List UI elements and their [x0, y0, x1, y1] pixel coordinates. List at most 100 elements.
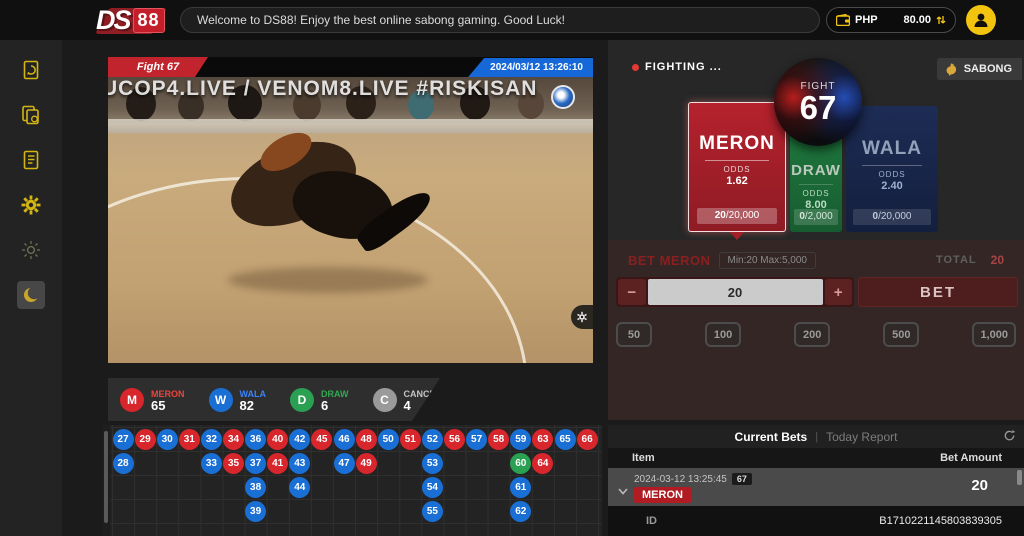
trend-cell: 31 — [179, 429, 200, 450]
avatar[interactable] — [966, 5, 996, 35]
card-bet-total: 0/2,000 — [794, 209, 838, 225]
bet-amount-value: 20 — [971, 477, 988, 494]
sidebar — [0, 40, 62, 536]
ds88-logo[interactable]: DS 88 — [96, 2, 165, 38]
quick-amount-button[interactable]: 50 — [616, 322, 652, 347]
result-letter-badge: D — [290, 388, 314, 412]
stream-watermark: UCOP4.LIVE / VENOM8.LIVE #RISKISAN — [108, 77, 593, 101]
welcome-banner: Welcome to DS88! Enjoy the best online s… — [180, 7, 820, 33]
card-title: MERON — [689, 133, 785, 155]
card-bet-total: 0/20,000 — [853, 209, 930, 225]
trend-cell: 40 — [267, 429, 288, 450]
bet-side-badge: MERON — [634, 487, 691, 503]
bet-controls: BET MERON Min:20 Max:5,000 TOTAL 20 − + … — [608, 240, 1024, 420]
card-divider — [705, 160, 768, 161]
refresh-bets-button[interactable] — [1003, 429, 1016, 447]
history-doc-icon[interactable] — [17, 56, 45, 84]
video-timestamp: 2024/03/12 13:26:10 — [468, 58, 593, 77]
result-count: 4 — [404, 400, 442, 411]
trend-cell: 29 — [135, 429, 156, 450]
trend-cell: 57 — [466, 429, 487, 450]
trend-cell: 54 — [422, 477, 443, 498]
bet-limit: /20,000 — [726, 210, 759, 221]
light-mode-sun-icon[interactable] — [17, 236, 45, 264]
balance-value: 80.00 — [903, 14, 931, 26]
meron-card[interactable]: MERON ODDS 1.62 20/20,000 — [688, 102, 786, 232]
bet-button[interactable]: BET — [858, 277, 1018, 307]
quick-amounts: 50 100 200 500 1,000 — [616, 322, 1016, 347]
bet-limit: /2,000 — [805, 211, 833, 222]
trend-summary-item: DDRAW6 — [290, 388, 349, 412]
logo-88-text: 88 — [133, 8, 165, 33]
person-icon — [972, 11, 990, 29]
live-video[interactable]: UCOP4.LIVE / VENOM8.LIVE #RISKISAN — [108, 77, 593, 363]
quick-amount-button[interactable]: 500 — [883, 322, 919, 347]
trend-cell: 61 — [510, 477, 531, 498]
bets-scrollbar[interactable] — [1017, 470, 1022, 504]
rules-doc-icon[interactable] — [17, 146, 45, 174]
trend-cell: 43 — [289, 453, 310, 474]
increase-button[interactable]: + — [825, 279, 853, 305]
bet-limit: /20,000 — [878, 211, 911, 222]
trend-summary: MMERON65WWALA82DDRAW6CCANCEL4 — [108, 378, 440, 421]
chevron-down-icon[interactable] — [618, 482, 628, 500]
report-doc-icon[interactable] — [17, 101, 45, 129]
bets-tabs: Current Bets | Today Report — [608, 425, 1024, 448]
video-settings-button[interactable] — [571, 305, 593, 329]
currency-label: PHP — [855, 14, 878, 26]
trend-cell: 59 — [510, 429, 531, 450]
settings-icon[interactable] — [17, 191, 45, 219]
col-bet-amount: Bet Amount — [940, 452, 1002, 464]
trend-grid: 2728293031323334353637383940414243444546… — [110, 425, 602, 536]
trend-cell: 45 — [311, 429, 332, 450]
quick-amount-button[interactable]: 1,000 — [972, 322, 1016, 347]
card-title: DRAW — [790, 162, 842, 179]
result-count: 82 — [240, 400, 267, 411]
amount-input[interactable] — [648, 279, 823, 305]
bet-limits: Min:20 Max:5,000 — [719, 252, 817, 269]
bet-timestamp: 2024-03-12 13:25:45 — [634, 474, 727, 485]
bird-shadow — [228, 267, 428, 293]
card-divider — [799, 184, 833, 185]
decrease-button[interactable]: − — [618, 279, 646, 305]
bet-row[interactable]: 2024-03-12 13:25:4567 MERON 20 — [608, 468, 1024, 506]
gear-icon — [576, 311, 588, 323]
trend-cell: 58 — [488, 429, 509, 450]
tab-today-report[interactable]: Today Report — [826, 430, 897, 444]
scrollbar-thumb[interactable] — [104, 431, 108, 523]
trend-summary-item: CCANCEL4 — [373, 388, 442, 412]
tab-current-bets[interactable]: Current Bets — [735, 430, 808, 444]
card-bet-total: 20/20,000 — [697, 208, 778, 224]
bet-cards: MERON ODDS 1.62 20/20,000 DRAW ODDS 8.00… — [608, 40, 1024, 240]
logo-ds-text: DS — [96, 5, 130, 36]
result-count: 6 — [321, 400, 349, 411]
fight-number-badge: Fight 67 — [108, 57, 208, 77]
trend-cell: 64 — [532, 453, 553, 474]
top-bar: DS 88 Welcome to DS88! Enjoy the best on… — [0, 0, 1024, 40]
bet-side-label: BET MERON — [628, 253, 711, 268]
tab-separator: | — [815, 431, 818, 443]
scrollbar-thumb[interactable] — [1017, 470, 1022, 485]
card-title: WALA — [846, 138, 938, 160]
wallet[interactable]: PHP 80.00 — [826, 7, 956, 33]
total-value: 20 — [991, 253, 1004, 267]
bet-amount: 20 — [715, 210, 726, 221]
trend-cell: 49 — [356, 453, 377, 474]
wala-card[interactable]: WALA ODDS 2.40 0/20,000 — [846, 106, 938, 232]
refresh-balance-icon[interactable] — [936, 14, 946, 26]
trend-cell: 52 — [422, 429, 443, 450]
total-label: TOTAL — [936, 254, 977, 266]
trend-scrollbar[interactable] — [103, 425, 109, 536]
quick-amount-button[interactable]: 100 — [705, 322, 741, 347]
trend-cell: 48 — [356, 429, 377, 450]
result-letter-badge: C — [373, 388, 397, 412]
dark-mode-moon-icon[interactable] — [17, 281, 45, 309]
fight-number: 67 — [800, 92, 837, 124]
id-value: B1710221145803839305 — [879, 515, 1002, 527]
odds-label: ODDS — [689, 165, 785, 174]
trend-cell: 37 — [245, 453, 266, 474]
trend-cell: 46 — [334, 429, 355, 450]
quick-amount-button[interactable]: 200 — [794, 322, 830, 347]
odds-label: ODDS — [846, 170, 938, 179]
trend-cell: 41 — [267, 453, 288, 474]
